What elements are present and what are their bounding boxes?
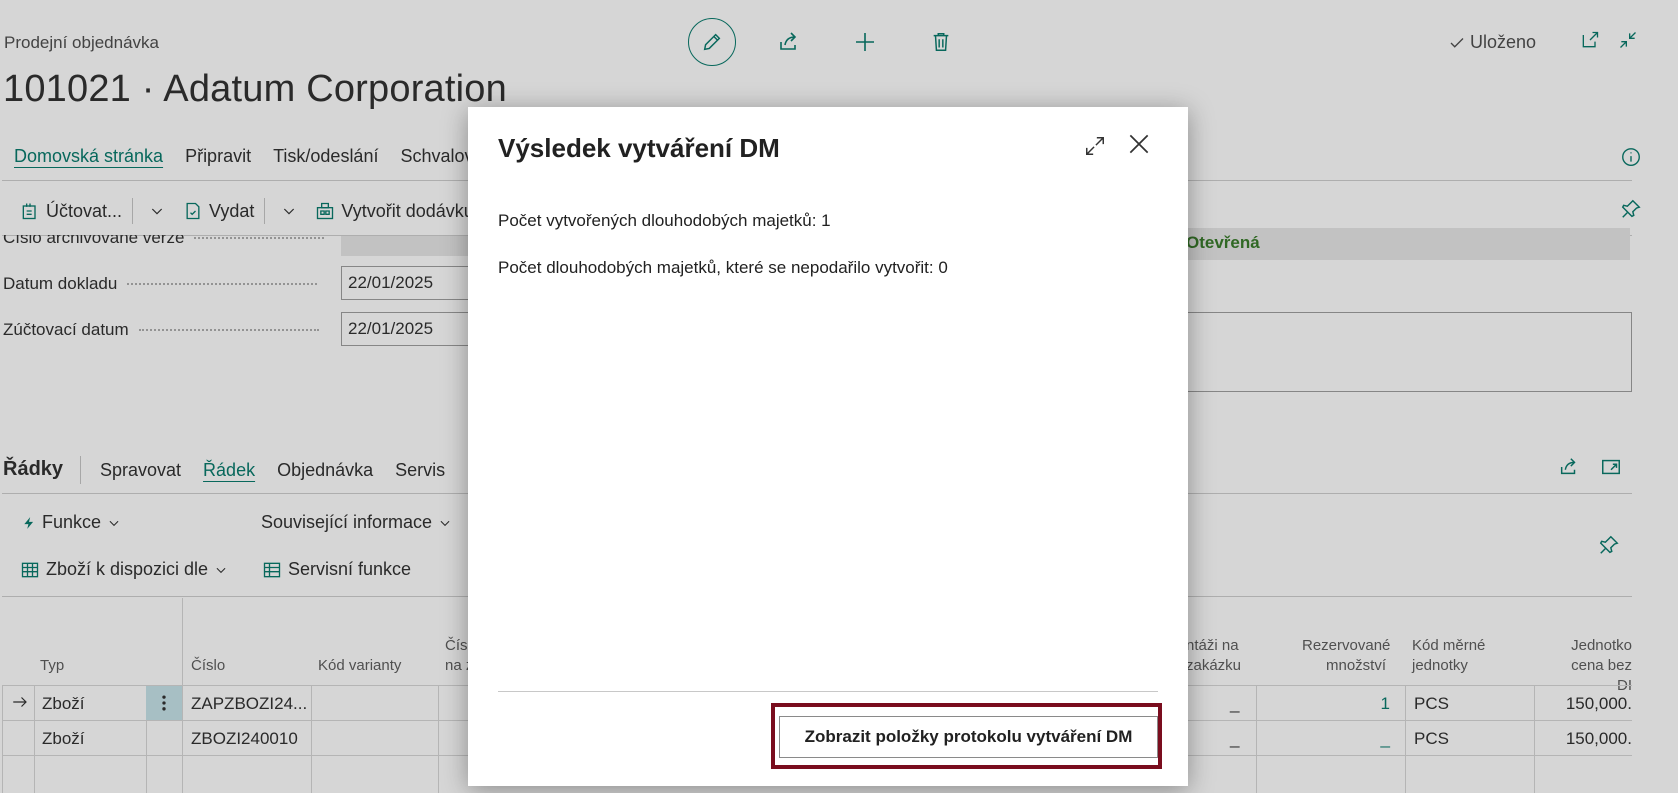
expand-button[interactable] [1084,135,1106,162]
dialog-divider [498,691,1158,692]
expand-icon [1086,137,1104,155]
show-log-entries-button[interactable]: Zobrazit položky protokolu vytváření DM [779,716,1158,758]
dialog-title: Výsledek vytváření DM [498,133,780,163]
close-icon [1129,134,1149,154]
fa-creation-result-dialog: Výsledek vytváření DM Počet vytvořených … [468,107,1188,786]
failed-count-text: Počet dlouhodobých majetků, které se nep… [498,258,948,277]
close-button[interactable] [1126,131,1152,162]
sales-order-page: Prodejní objednávka 101021 · Adatum Corp… [0,0,1678,793]
created-count-text: Počet vytvořených dlouhodobých majetků: … [498,211,831,230]
